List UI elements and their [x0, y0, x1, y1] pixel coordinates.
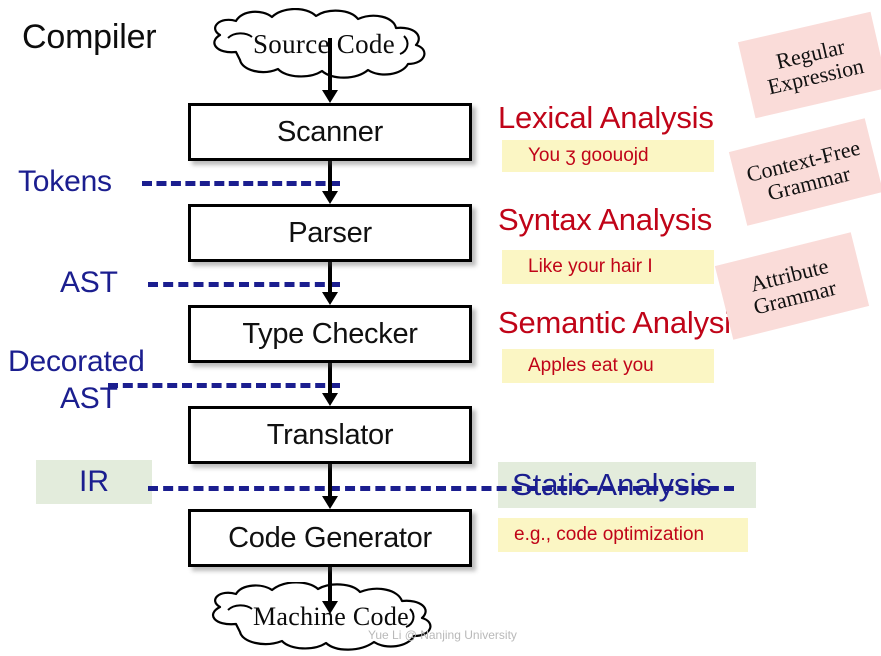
formalism-tag-regular-expression: Regular Expression: [737, 11, 881, 119]
formalism-tag-context-free-grammar: Context-Free Grammar: [728, 118, 881, 226]
stage-box-translator[interactable]: Translator: [188, 406, 472, 464]
stage-label-code-generator: Code Generator: [228, 521, 432, 554]
analysis-heading-static: Static Analysis: [498, 462, 756, 508]
formalism-tag-attribute-grammar: Attribute Grammar: [714, 232, 870, 340]
watermark-credit: Yue Li @ Nanjing University: [368, 628, 517, 642]
analysis-heading-text-static: Static Analysis: [512, 467, 712, 502]
intermediate-label-tokens: Tokens: [18, 165, 112, 198]
stage-box-type-checker[interactable]: Type Checker: [188, 305, 472, 363]
intermediate-label-decorated: Decorated: [8, 345, 145, 378]
compiler-pipeline-diagram: Compiler Source Code Scanner Tokens Pars…: [0, 0, 881, 656]
intermediate-label-ir: IR: [79, 465, 109, 498]
analysis-heading-lexical: Lexical Analysis: [498, 100, 714, 135]
arrow-translator-to-code-generator: [322, 464, 338, 510]
arrow-parser-to-type-checker: [322, 262, 338, 306]
stage-box-scanner[interactable]: Scanner: [188, 103, 472, 161]
analysis-example-text-semantic: Apples eat you: [528, 355, 654, 376]
analysis-example-text-lexical: You ʒ goouojd: [528, 145, 649, 166]
analysis-heading-syntax: Syntax Analysis: [498, 202, 713, 237]
analysis-example-semantic: Apples eat you: [502, 349, 714, 383]
arrow-type-checker-to-translator: [322, 363, 338, 407]
analysis-example-static: e.g., code optimization: [498, 518, 748, 552]
intermediate-label-ast: AST: [60, 266, 118, 299]
dashed-separator-tokens: [142, 181, 340, 186]
stage-label-translator: Translator: [266, 418, 394, 451]
stage-label-scanner: Scanner: [277, 115, 383, 148]
analysis-example-syntax: Like your hair I: [502, 250, 714, 284]
analysis-example-lexical: You ʒ goouojd: [502, 140, 714, 172]
stage-box-parser[interactable]: Parser: [188, 204, 472, 262]
dashed-separator-ir: [148, 486, 734, 491]
arrow-code-generator-to-machine-code: [322, 567, 338, 615]
stage-box-code-generator[interactable]: Code Generator: [188, 509, 472, 567]
analysis-example-text-syntax: Like your hair I: [528, 256, 653, 277]
intermediate-band-ir: IR: [36, 460, 152, 504]
dashed-separator-ast: [148, 282, 340, 287]
stage-label-type-checker: Type Checker: [242, 317, 418, 350]
stage-label-parser: Parser: [288, 216, 372, 249]
analysis-heading-semantic: Semantic Analysis: [498, 305, 747, 340]
dashed-separator-decorated-ast: [108, 383, 340, 388]
analysis-example-text-static: e.g., code optimization: [514, 524, 705, 545]
arrow-scanner-to-parser: [322, 161, 338, 205]
page-title: Compiler: [22, 18, 157, 56]
arrow-source-to-scanner: [322, 38, 338, 104]
